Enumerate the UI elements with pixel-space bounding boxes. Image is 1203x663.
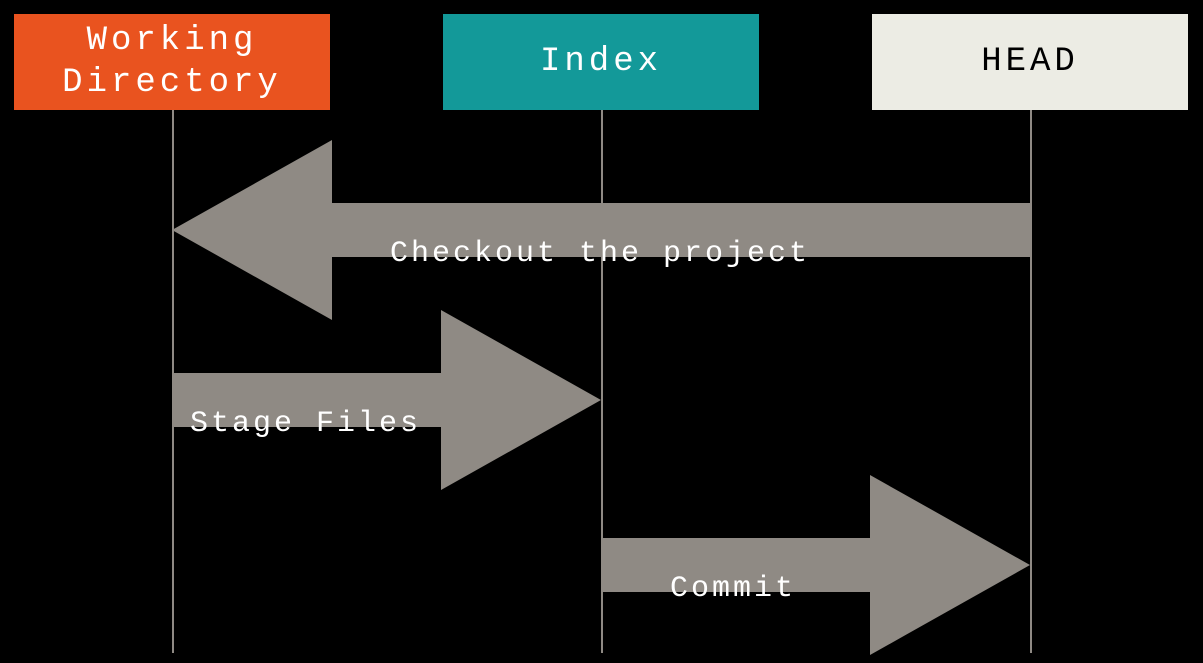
arrow-commit-label: Commit: [670, 572, 796, 606]
column-label: WorkingDirectory: [62, 20, 282, 105]
column-index: Index: [443, 14, 759, 110]
column-working-directory: WorkingDirectory: [14, 14, 330, 110]
column-head: HEAD: [872, 14, 1188, 110]
arrow-commit: [601, 475, 1030, 655]
arrow-stage: [172, 310, 601, 490]
column-label: Index: [540, 41, 662, 84]
arrow-stage-label: Stage Files: [190, 407, 421, 441]
arrow-checkout-label: Checkout the project: [390, 237, 810, 271]
column-label: HEAD: [981, 41, 1079, 84]
arrow-checkout: [172, 140, 1030, 320]
lifeline-head: [1030, 110, 1032, 653]
